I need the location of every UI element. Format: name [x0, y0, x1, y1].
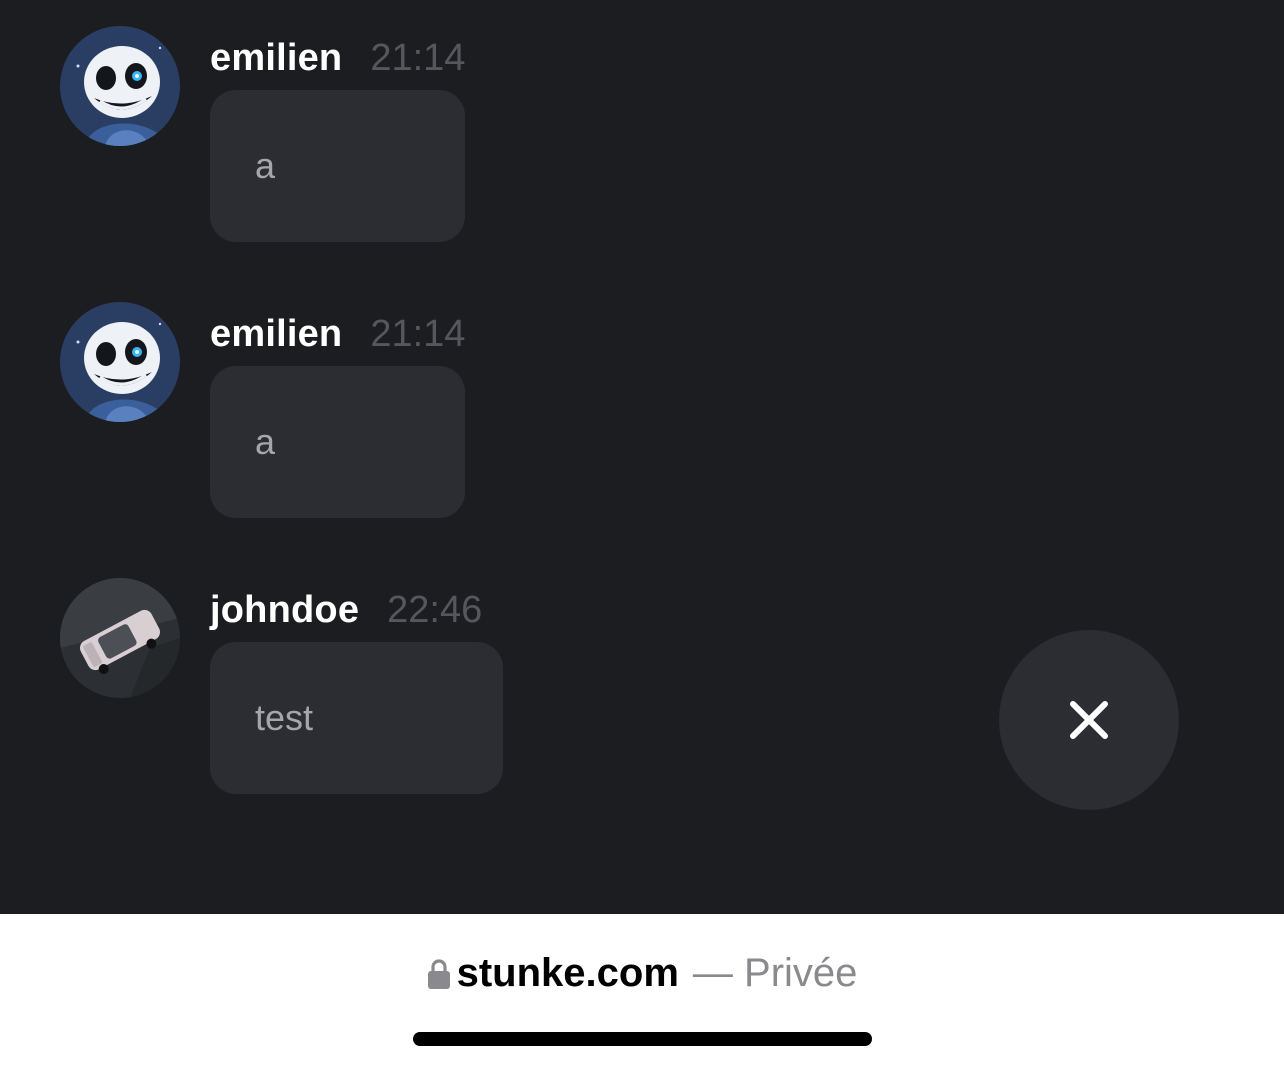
username[interactable]: johndoe	[210, 589, 359, 631]
home-indicator[interactable]	[413, 1032, 872, 1046]
close-button[interactable]	[999, 630, 1179, 810]
avatar[interactable]	[60, 26, 180, 146]
skeleton-avatar-icon	[60, 26, 180, 146]
browser-address-bar: stunke.com — Privée	[0, 914, 1284, 1071]
chat-message: johndoe 22:46 test	[60, 578, 860, 808]
username[interactable]: emilien	[210, 37, 342, 79]
username[interactable]: emilien	[210, 313, 342, 355]
chat-area: emilien 21:14 a emilien 21:14 a johndoe …	[0, 0, 1284, 914]
message-header: emilien 21:14	[210, 312, 465, 364]
timestamp: 21:14	[370, 37, 466, 79]
avatar[interactable]	[60, 302, 180, 422]
timestamp: 21:14	[370, 313, 466, 355]
chat-message: emilien 21:14 a	[60, 26, 860, 256]
close-icon	[1070, 701, 1108, 739]
message-header: emilien 21:14	[210, 36, 465, 88]
private-mode-label: Privée	[744, 951, 858, 995]
url-display[interactable]: stunke.com — Privée	[0, 948, 1284, 1002]
chat-message: emilien 21:14 a	[60, 302, 860, 532]
message-bubble[interactable]: test	[210, 642, 503, 794]
url-separator: —	[692, 951, 733, 995]
lock-icon	[427, 952, 451, 1002]
url-domain: stunke.com	[456, 951, 679, 995]
avatar[interactable]	[60, 578, 180, 698]
message-header: johndoe 22:46	[210, 588, 482, 640]
timestamp: 22:46	[387, 589, 483, 631]
message-bubble[interactable]: a	[210, 90, 465, 242]
message-bubble[interactable]: a	[210, 366, 465, 518]
car-avatar-icon	[60, 578, 180, 698]
skeleton-avatar-icon	[60, 302, 180, 422]
